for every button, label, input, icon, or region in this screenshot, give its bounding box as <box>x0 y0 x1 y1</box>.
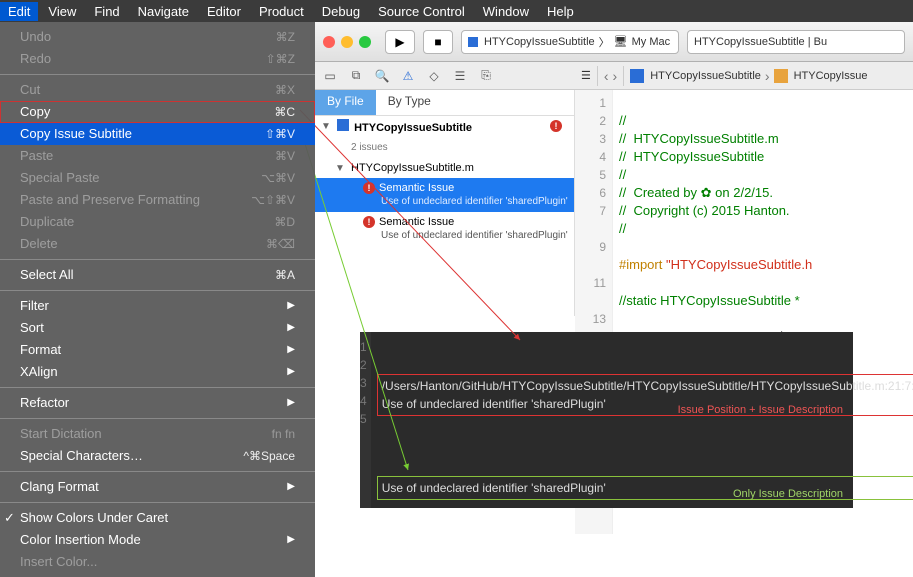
disclosure-icon[interactable]: ▼ <box>335 162 345 176</box>
menu-sort[interactable]: Sort▶ <box>0 317 315 339</box>
menu-insert-color[interactable]: Insert Color... <box>0 551 315 573</box>
jump-folder[interactable]: HTYCopyIssue <box>794 70 868 82</box>
minimize-button[interactable] <box>341 36 353 48</box>
menu-separator <box>0 387 315 388</box>
issue-item[interactable]: !Semantic Issue Use of undeclared identi… <box>315 212 574 246</box>
menu-show-colors[interactable]: Show Colors Under Caret <box>0 507 315 529</box>
menu-separator <box>0 502 315 503</box>
result-overlay: 12345 /Users/Hanton/GitHub/HTYCopyIssueS… <box>360 332 853 508</box>
issue-filter-bar: By File By Type <box>315 90 575 116</box>
error-icon: ! <box>363 182 375 194</box>
activity-viewer: HTYCopyIssueSubtitle | Bu <box>687 30 905 54</box>
scheme-dest: My Mac <box>632 36 671 48</box>
menu-separator <box>0 259 315 260</box>
menu-filter[interactable]: Filter▶ <box>0 295 315 317</box>
stop-button[interactable]: ■ <box>423 30 453 54</box>
snippet-code: /Users/Hanton/GitHub/HTYCopyIssueSubtitl… <box>371 332 913 508</box>
search-tab-icon[interactable]: 🔍 <box>373 67 391 85</box>
submenu-arrow-icon: ▶ <box>287 363 295 381</box>
menu-duplicate[interactable]: Duplicate⌘D <box>0 211 315 233</box>
menu-refactor[interactable]: Refactor▶ <box>0 392 315 414</box>
snippet-gutter: 12345 <box>360 332 371 508</box>
disclosure-icon[interactable]: ▼ <box>321 120 331 134</box>
submenu-arrow-icon: ▶ <box>287 297 295 315</box>
test-tab-icon[interactable]: ◇ <box>425 67 443 85</box>
menu-view[interactable]: View <box>48 4 76 19</box>
menu-redo[interactable]: Redo⇧⌘Z <box>0 48 315 70</box>
maximize-button[interactable] <box>359 36 371 48</box>
menu-help[interactable]: Help <box>547 4 574 19</box>
filter-by-type[interactable]: By Type <box>376 90 443 115</box>
forward-button[interactable]: › <box>613 68 618 84</box>
breakpoint-tab-icon[interactable]: ⎘ <box>477 67 495 85</box>
menu-special-paste[interactable]: Special Paste⌥⌘V <box>0 167 315 189</box>
play-icon: ▶ <box>395 35 404 49</box>
menu-color-insertion[interactable]: Color Insertion Mode▶ <box>0 529 315 551</box>
project-icon <box>630 69 644 83</box>
menu-separator <box>0 471 315 472</box>
error-badge: ! <box>550 120 562 132</box>
submenu-arrow-icon: ▶ <box>287 341 295 359</box>
annotation-green: Only Issue Description <box>733 488 843 500</box>
issue-count: 2 issues <box>315 138 574 158</box>
submenu-arrow-icon: ▶ <box>287 319 295 337</box>
menu-dictation[interactable]: Start Dictationfn fn <box>0 423 315 445</box>
submenu-arrow-icon: ▶ <box>287 394 295 412</box>
error-icon: ! <box>363 216 375 228</box>
menu-edit[interactable]: Edit <box>0 2 38 21</box>
folder-icon <box>774 69 788 83</box>
scheme-name: HTYCopyIssueSubtitle <box>484 36 595 48</box>
related-icon[interactable]: ☰ <box>581 69 591 82</box>
jump-project[interactable]: HTYCopyIssueSubtitle <box>650 70 761 82</box>
menu-separator <box>0 418 315 419</box>
menu-separator <box>0 290 315 291</box>
close-button[interactable] <box>323 36 335 48</box>
menu-debug[interactable]: Debug <box>322 4 360 19</box>
issue-item-selected[interactable]: !Semantic Issue Use of undeclared identi… <box>315 178 574 212</box>
edit-menu-dropdown: Undo⌘Z Redo⇧⌘Z Cut⌘X Copy⌘C Copy Issue S… <box>0 22 315 577</box>
issue-file-row[interactable]: ▼ HTYCopyIssueSubtitle.m <box>315 158 574 178</box>
folder-tab-icon[interactable]: ▭ <box>321 67 339 85</box>
menu-special-chars[interactable]: Special Characters…^⌘Space <box>0 445 315 467</box>
menu-source-control[interactable]: Source Control <box>378 4 465 19</box>
tab-title: HTYCopyIssueSubtitle | Bu <box>694 36 827 48</box>
menu-format[interactable]: Format▶ <box>0 339 315 361</box>
back-button[interactable]: ‹ <box>604 68 609 84</box>
scheme-icon <box>468 37 478 47</box>
scheme-arrow-icon: 〉 <box>599 34 610 50</box>
menu-copy[interactable]: Copy⌘C <box>0 101 315 123</box>
scheme-selector[interactable]: HTYCopyIssueSubtitle 〉 🖥 My Mac <box>461 30 679 54</box>
menu-copy-issue-subtitle[interactable]: Copy Issue Subtitle⇧⌘V <box>0 123 315 145</box>
submenu-arrow-icon: ▶ <box>287 478 295 496</box>
menu-window[interactable]: Window <box>483 4 529 19</box>
mac-icon: 🖥 <box>614 35 628 48</box>
debug-tab-icon[interactable]: ☰ <box>451 67 469 85</box>
menu-find[interactable]: Find <box>94 4 119 19</box>
menu-cut[interactable]: Cut⌘X <box>0 79 315 101</box>
stop-icon: ■ <box>434 35 441 49</box>
issue-project-row[interactable]: ▼ HTYCopyIssueSubtitle ! <box>315 116 574 138</box>
menu-paste[interactable]: Paste⌘V <box>0 145 315 167</box>
annotation-red: Issue Position + Issue Description <box>678 404 843 416</box>
symbol-tab-icon[interactable]: ⧉ <box>347 67 365 85</box>
menu-paste-preserve[interactable]: Paste and Preserve Formatting⌥⇧⌘V <box>0 189 315 211</box>
jump-bar[interactable]: ☰ ‹ › HTYCopyIssueSubtitle › HTYCopyIssu… <box>575 62 913 90</box>
menu-navigate[interactable]: Navigate <box>138 4 189 19</box>
menu-separator <box>0 74 315 75</box>
menu-delete[interactable]: Delete⌘⌫ <box>0 233 315 255</box>
issue-navigator: ▼ HTYCopyIssueSubtitle ! 2 issues ▼ HTYC… <box>315 116 575 316</box>
menu-clang-format[interactable]: Clang Format▶ <box>0 476 315 498</box>
run-button[interactable]: ▶ <box>385 30 415 54</box>
menu-undo[interactable]: Undo⌘Z <box>0 26 315 48</box>
project-icon <box>337 119 349 131</box>
menu-product[interactable]: Product <box>259 4 304 19</box>
window-controls <box>323 36 371 48</box>
menu-editor[interactable]: Editor <box>207 4 241 19</box>
menubar: Edit View Find Navigate Editor Product D… <box>0 0 913 22</box>
issue-tab-icon[interactable]: ⚠ <box>399 67 417 85</box>
menu-select-all[interactable]: Select All⌘A <box>0 264 315 286</box>
toolbar: ▶ ■ HTYCopyIssueSubtitle 〉 🖥 My Mac HTYC… <box>315 22 913 62</box>
filter-by-file[interactable]: By File <box>315 90 376 115</box>
menu-xalign[interactable]: XAlign▶ <box>0 361 315 383</box>
